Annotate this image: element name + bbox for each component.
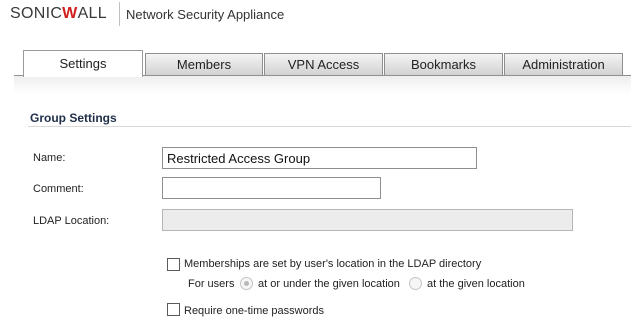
section-divider	[28, 126, 631, 127]
radio-at-location-label: at the given location	[427, 278, 525, 290]
logo-prefix: SONIC	[10, 5, 63, 22]
membership-ldap-label: Memberships are set by user's location i…	[184, 258, 482, 270]
tab-bookmarks[interactable]: Bookmarks	[384, 53, 503, 75]
product-title: Network Security Appliance	[126, 7, 285, 22]
tab-bar: Settings Members VPN Access Bookmarks Ad…	[0, 50, 638, 77]
tab-members[interactable]: Members	[145, 53, 263, 75]
ldap-location-field[interactable]	[162, 209, 573, 231]
for-users-label: For users	[188, 278, 235, 290]
one-time-password-checkbox[interactable]	[167, 303, 180, 316]
radio-at-or-under-label: at or under the given location	[258, 278, 400, 290]
app-header: SONICWALL Network Security Appliance	[0, 0, 638, 36]
one-time-password-label: Require one-time passwords	[184, 305, 325, 317]
name-field[interactable]	[162, 147, 477, 169]
tab-vpn-access[interactable]: VPN Access	[264, 53, 383, 75]
panel-top-shade	[14, 76, 631, 94]
ldap-location-label: LDAP Location:	[33, 215, 110, 227]
membership-ldap-checkbox[interactable]	[167, 258, 180, 271]
name-label: Name:	[33, 152, 66, 164]
radio-selected-dot	[244, 281, 249, 286]
tab-administration[interactable]: Administration	[504, 53, 623, 75]
comment-field[interactable]	[162, 177, 381, 199]
radio-at-location[interactable]	[409, 277, 422, 290]
logo-mark: W	[62, 5, 78, 22]
sonicwall-logo: SONICWALL	[10, 5, 107, 23]
radio-at-or-under[interactable]	[240, 277, 253, 290]
tab-settings[interactable]: Settings	[23, 50, 143, 77]
logo-suffix: ALL	[77, 5, 107, 22]
comment-label: Comment:	[33, 183, 84, 195]
section-title: Group Settings	[30, 111, 117, 125]
header-divider	[119, 2, 120, 26]
